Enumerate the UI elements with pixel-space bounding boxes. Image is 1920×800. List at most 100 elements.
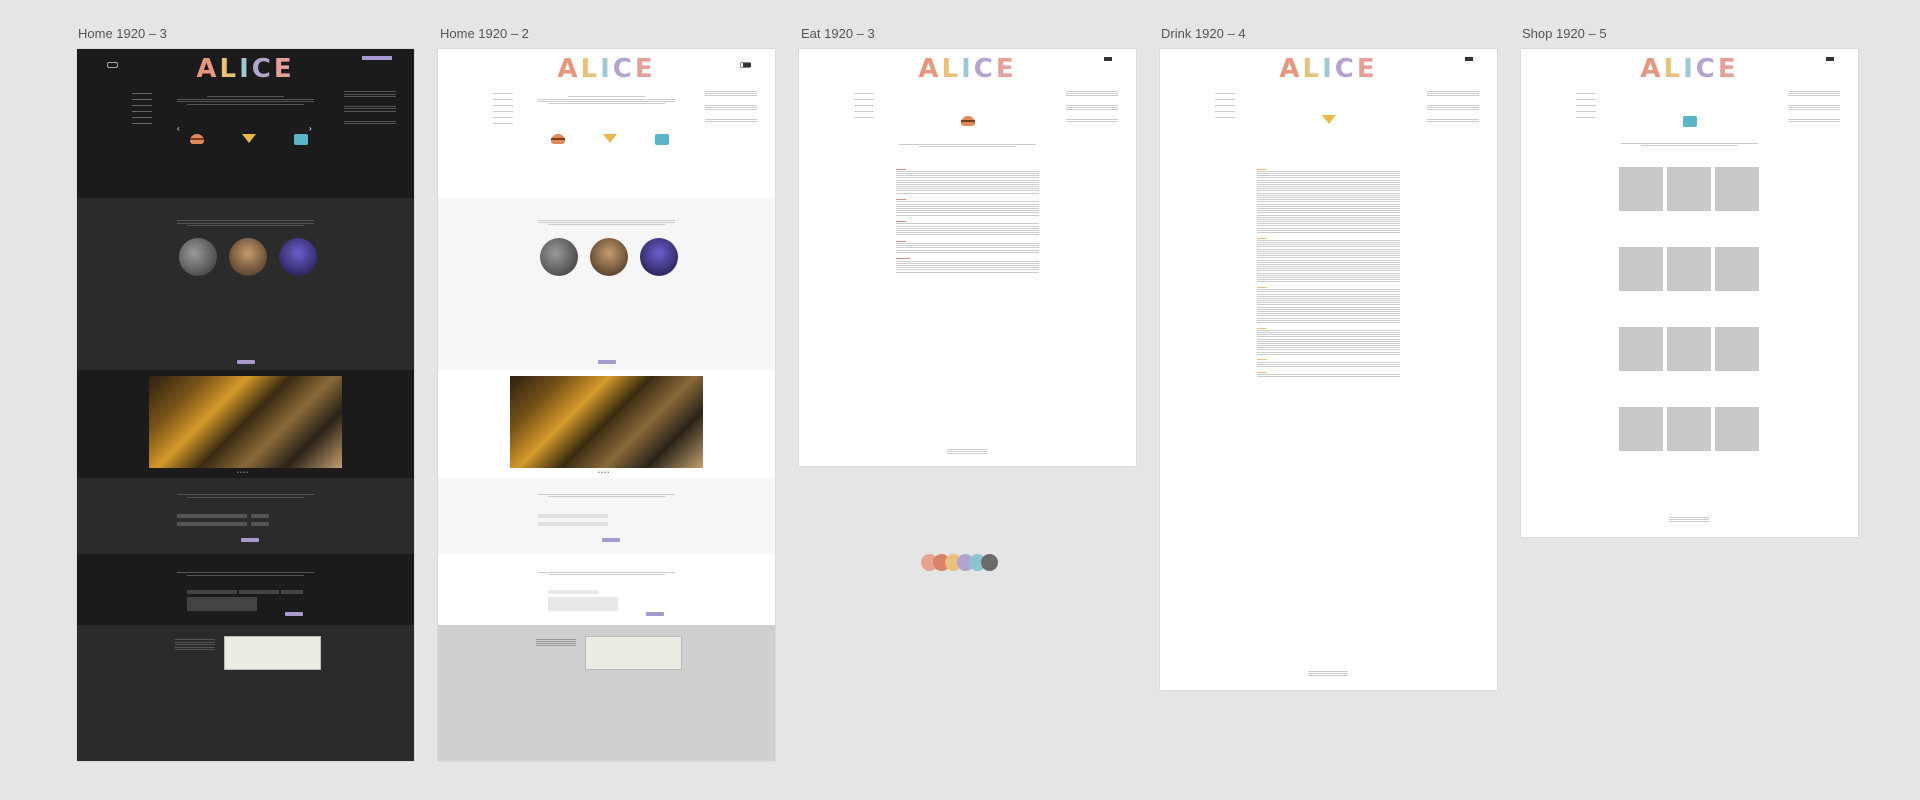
product-image[interactable] (1619, 247, 1663, 291)
booking-section (438, 478, 775, 554)
contact-subject-input[interactable] (281, 590, 303, 594)
board-label-eat-3: Eat 1920 – 3 (801, 26, 875, 41)
logo[interactable]: ALICE (77, 54, 414, 84)
footer-section (438, 625, 775, 761)
board-label-home-3: Home 1920 – 3 (78, 26, 167, 41)
contact-name-input[interactable] (548, 590, 598, 594)
product-image[interactable] (1715, 327, 1759, 371)
facebook-icon[interactable] (1465, 57, 1473, 61)
product-image[interactable] (1667, 247, 1711, 291)
gallery-dots[interactable]: • • • • (237, 470, 248, 476)
artboard-home-light[interactable]: ALICE • • • • (438, 49, 775, 761)
color-palette (921, 554, 998, 571)
booking-section (77, 478, 414, 554)
contact-name-input[interactable] (187, 590, 237, 594)
news-column (344, 89, 396, 126)
product-image[interactable] (1619, 327, 1663, 371)
main-nav[interactable] (1576, 89, 1596, 119)
intro-text (538, 94, 675, 106)
logo[interactable]: ALICE (1160, 54, 1497, 84)
product-image[interactable] (1715, 407, 1759, 451)
news-column (705, 89, 757, 123)
team-more-button[interactable] (237, 360, 255, 364)
main-nav[interactable] (1215, 89, 1235, 119)
shop-icon[interactable] (294, 134, 308, 145)
cocktail-icon[interactable] (603, 134, 617, 143)
shop-icon[interactable] (655, 134, 669, 145)
location-map[interactable] (585, 636, 682, 670)
team-photos (179, 238, 317, 276)
booking-select-2[interactable] (538, 522, 608, 526)
artboard-shop[interactable]: ALICE (1521, 49, 1858, 537)
news-column (1427, 89, 1479, 123)
gallery-photo (149, 376, 342, 468)
team-photo-1 (179, 238, 217, 276)
news-column (1788, 89, 1840, 123)
category-icons (190, 134, 308, 145)
artboard-home-dark[interactable]: ALICE ‹ › • • • • (77, 49, 414, 761)
team-photo-3 (279, 238, 317, 276)
gallery-section: • • • • (438, 370, 775, 478)
carousel-next-arrow[interactable]: › (309, 124, 312, 133)
contact-send-button[interactable] (646, 612, 664, 616)
facebook-icon[interactable] (1104, 57, 1112, 61)
food-menu-list (896, 167, 1039, 274)
product-image[interactable] (1715, 247, 1759, 291)
logo[interactable]: ALICE (1521, 54, 1858, 84)
booking-submit-button[interactable] (602, 538, 620, 542)
product-image[interactable] (1715, 167, 1759, 211)
intro-text (177, 94, 314, 106)
product-grid (1619, 167, 1759, 451)
gallery-dots[interactable]: • • • • (598, 470, 609, 476)
board-label-home-2: Home 1920 – 2 (440, 26, 529, 41)
contact-message-input[interactable] (187, 597, 257, 611)
team-photos (540, 238, 678, 276)
gallery-section: • • • • (77, 370, 414, 478)
team-photo-2 (590, 238, 628, 276)
booking-time-2[interactable] (251, 522, 269, 526)
swatch-6 (981, 554, 998, 571)
facebook-icon[interactable] (1826, 57, 1834, 61)
board-label-shop-5: Shop 1920 – 5 (1522, 26, 1607, 41)
burger-icon[interactable] (190, 134, 204, 144)
burger-icon (961, 116, 975, 126)
artboard-drink[interactable]: ALICE (1160, 49, 1497, 690)
news-column (1066, 89, 1118, 123)
booking-time-1[interactable] (251, 514, 269, 518)
booking-select-1[interactable] (177, 514, 247, 518)
carousel-prev-arrow[interactable]: ‹ (177, 124, 180, 133)
team-photo-3 (640, 238, 678, 276)
board-label-drink-4: Drink 1920 – 4 (1161, 26, 1246, 41)
contact-section (438, 554, 775, 625)
main-nav[interactable] (132, 89, 152, 125)
contact-send-button[interactable] (285, 612, 303, 616)
booking-select-1[interactable] (538, 514, 608, 518)
team-section (77, 198, 414, 370)
logo[interactable]: ALICE (799, 54, 1136, 84)
hero-section: ALICE (438, 49, 775, 198)
hero-section: ALICE ‹ › (77, 49, 414, 198)
location-map[interactable] (224, 636, 321, 670)
category-icons (551, 134, 669, 145)
artboard-eat[interactable]: ALICE (799, 49, 1136, 466)
booking-select-2[interactable] (177, 522, 247, 526)
product-image[interactable] (1667, 167, 1711, 211)
main-nav[interactable] (493, 89, 513, 125)
product-image[interactable] (1667, 327, 1711, 371)
footer-section (77, 625, 414, 761)
drink-menu-list (1257, 167, 1400, 378)
product-image[interactable] (1667, 407, 1711, 451)
contact-message-input[interactable] (548, 597, 618, 611)
burger-icon[interactable] (551, 134, 565, 144)
gallery-photo (510, 376, 703, 468)
booking-submit-button[interactable] (241, 538, 259, 542)
logo[interactable]: ALICE (438, 54, 775, 84)
shop-icon (1683, 116, 1697, 127)
team-section (438, 198, 775, 370)
team-more-button[interactable] (598, 360, 616, 364)
main-nav[interactable] (854, 89, 874, 119)
product-image[interactable] (1619, 167, 1663, 211)
product-image[interactable] (1619, 407, 1663, 451)
contact-email-input[interactable] (239, 590, 279, 594)
cocktail-icon[interactable] (242, 134, 256, 143)
